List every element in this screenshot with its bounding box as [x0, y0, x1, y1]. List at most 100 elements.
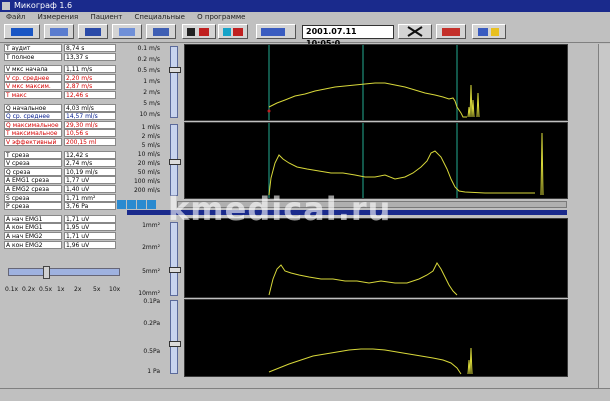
param-value: 10,56 s: [64, 129, 116, 138]
param-value: 14,57 ml/s: [64, 112, 116, 121]
toolbar-button-8[interactable]: [256, 24, 296, 39]
param-row: V среза 2,74 m/s: [4, 159, 121, 168]
param-row: Q ср. среднее 14,57 ml/s: [4, 112, 121, 121]
datetime-field[interactable]: 2001.07.11 10:05:0: [302, 25, 394, 48]
flow-scale-slider[interactable]: [169, 124, 181, 196]
toolbar-button-7[interactable]: [218, 24, 248, 39]
menu-file[interactable]: Файл: [6, 13, 25, 21]
pressure-scale-slider[interactable]: [169, 300, 181, 374]
velocity-plot[interactable]: [184, 44, 568, 121]
record-icon: [199, 28, 209, 36]
param-row: Т полное 13,37 s: [4, 52, 121, 61]
param-label: T макс: [4, 91, 62, 99]
param-label: A EMG1 среза: [4, 176, 62, 185]
param-row: A EMG1 среза 1,77 uV: [4, 176, 121, 185]
axis-tick: 5 ml/s: [141, 142, 160, 149]
axis-tick: 2 m/s: [143, 89, 160, 96]
axis-tick: 1 m/s: [143, 78, 160, 85]
toolbar: 2001.07.11 10:05:0: [0, 22, 610, 48]
view-icon: [50, 28, 68, 36]
pressure-slider-thumb[interactable]: [169, 341, 181, 347]
toolbar-button-1[interactable]: [4, 24, 40, 39]
param-row: A кон EMG1 1,95 uV: [4, 223, 121, 232]
toolbar-button-delete[interactable]: [436, 24, 466, 39]
param-row: V ср. среднее 2,20 m/s: [4, 73, 121, 82]
param-value: 1,77 uV: [64, 176, 116, 185]
axis-tick: 5mm²: [142, 268, 160, 275]
axis-tick: 0.2Pa: [143, 320, 160, 327]
menu-about[interactable]: О программе: [197, 13, 245, 21]
velocity-slider-thumb[interactable]: [169, 67, 181, 73]
window-title: Микограф 1.6: [14, 1, 73, 10]
param-label: T максимальное: [4, 129, 62, 138]
param-label: Q максимальное: [4, 120, 62, 129]
velocity-scale-slider[interactable]: [169, 46, 181, 118]
control-button-c[interactable]: [137, 200, 146, 209]
param-label: A кон EMG1: [4, 223, 62, 232]
toolbar-button-2[interactable]: [44, 24, 74, 39]
param-row: S среза 1,71 mm²: [4, 193, 121, 202]
toolbar-button-6[interactable]: [182, 24, 216, 39]
pressure-curve: [268, 348, 462, 375]
title-bar: Микограф 1.6: [0, 0, 610, 12]
param-row: T среза 12,42 s: [4, 150, 121, 159]
param-row: A нач EMG2 1,71 uV: [4, 232, 121, 240]
parameters-panel: Т аудит 8,74 sТ полное 13,37 sV мкс начала…: [4, 44, 121, 284]
velocity-curve: [268, 82, 467, 118]
toolbar-button-4[interactable]: [112, 24, 142, 39]
pressure-plot[interactable]: [184, 299, 568, 377]
axis-tick: 0.2 m/s: [137, 56, 160, 63]
param-label: S среза: [4, 193, 62, 202]
control-button-b[interactable]: [127, 200, 136, 209]
flow-curve: [268, 150, 535, 196]
menu-measurements[interactable]: Измерения: [38, 13, 79, 21]
area-scale-slider[interactable]: [169, 222, 181, 296]
param-row: T максимальное 10,56 s: [4, 129, 121, 138]
menu-bar: Файл Измерения Пациент Специальные О про…: [0, 12, 610, 22]
param-value: 4,03 ml/s: [64, 103, 116, 112]
toolbar-button-3[interactable]: [78, 24, 108, 39]
axis-tick: 1 Pa: [147, 368, 160, 375]
control-button-d[interactable]: [147, 200, 156, 209]
flow-trace: [268, 123, 544, 198]
toolbar-button-5[interactable]: [146, 24, 176, 39]
flow-slider-thumb[interactable]: [169, 159, 181, 165]
horizontal-scrollbar[interactable]: [0, 388, 610, 401]
param-row: Q среза 10,19 ml/s: [4, 167, 121, 176]
param-value: 12,46 s: [64, 91, 116, 99]
speed-label: 0.2x: [22, 286, 36, 293]
area-slider-thumb[interactable]: [169, 267, 181, 273]
axis-tick: 0.1Pa: [143, 298, 160, 305]
param-row: Q начальное 4,03 ml/s: [4, 103, 121, 112]
flow-artifact: [540, 132, 544, 196]
param-label: V мкс максим.: [4, 82, 62, 91]
speed-slider[interactable]: [8, 266, 120, 279]
param-value: 2,74 m/s: [64, 159, 116, 168]
print-icon: [187, 28, 195, 36]
param-row: A кон EMG2 1,96 uV: [4, 240, 121, 249]
area-plot[interactable]: [184, 218, 568, 298]
delete-icon: [442, 28, 460, 36]
vertical-scrollbar[interactable]: [598, 44, 610, 388]
control-button-a[interactable]: [117, 200, 126, 209]
app-window: Микограф 1.6 Файл Измерения Пациент Спец…: [0, 0, 610, 401]
param-row: Q максимальное 29,30 ml/s: [4, 120, 121, 129]
param-value: 1,40 uV: [64, 185, 116, 193]
param-value: 200,15 ml: [64, 138, 116, 146]
speed-slider-thumb[interactable]: [43, 266, 50, 279]
info-button[interactable]: [472, 24, 506, 39]
cancel-button[interactable]: [398, 24, 432, 39]
axis-tick: 1mm²: [142, 222, 160, 229]
param-label: V среза: [4, 159, 62, 168]
app-icon: [2, 2, 10, 10]
settings-icon: [153, 28, 169, 36]
menu-special[interactable]: Специальные: [135, 13, 185, 21]
axis-tick: 200 ml/s: [133, 187, 160, 194]
start-point: [267, 109, 271, 113]
param-label: A кон EMG2: [4, 240, 62, 249]
flow-plot[interactable]: [184, 122, 568, 199]
param-value: 12,42 s: [64, 150, 116, 159]
menu-patient[interactable]: Пациент: [90, 13, 122, 21]
axis-tick: 2mm²: [142, 244, 160, 251]
param-row: A нач EMG1 1,71 uV: [4, 214, 121, 223]
